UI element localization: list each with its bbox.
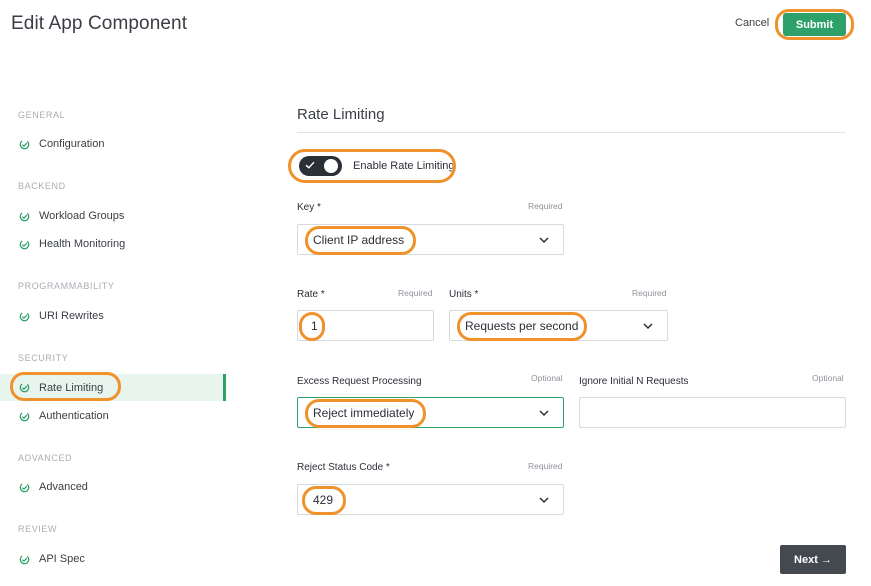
ignore-input[interactable] — [579, 397, 846, 428]
sidebar-item-authentication[interactable]: Authentication — [0, 404, 226, 428]
key-required: Required — [528, 201, 563, 211]
check-circle-icon — [19, 411, 30, 422]
check-circle-icon — [19, 482, 30, 493]
sidebar-item-label: API Spec — [39, 553, 85, 565]
sidebar-item-label: Configuration — [39, 138, 105, 150]
check-circle-icon — [19, 554, 30, 565]
sidebar-item-uri-rewrites[interactable]: URI Rewrites — [0, 304, 226, 328]
sidebar-section-advanced: ADVANCED — [18, 453, 73, 463]
key-select[interactable]: Client IP address — [297, 224, 564, 255]
enable-rate-limiting-toggle[interactable] — [299, 156, 342, 176]
check-circle-icon — [19, 239, 30, 250]
key-value: Client IP address — [313, 232, 405, 247]
status-required: Required — [528, 461, 563, 471]
sidebar-item-label: Workload Groups — [39, 210, 125, 222]
toggle-knob — [324, 159, 338, 173]
ignore-label: Ignore Initial N Requests — [579, 376, 689, 387]
sidebar-item-label: Rate Limiting — [39, 381, 104, 394]
sidebar-item-label: Advanced — [39, 481, 88, 493]
sidebar-section-review: REVIEW — [18, 524, 58, 534]
sidebar-section-general: GENERAL — [18, 110, 66, 120]
cancel-button[interactable]: Cancel — [735, 17, 769, 29]
rate-value: 1 — [311, 318, 318, 333]
check-icon — [305, 161, 315, 169]
units-value: Requests per second — [465, 318, 579, 333]
check-circle-icon — [19, 311, 30, 322]
section-divider — [297, 132, 846, 133]
sidebar-item-health-monitoring[interactable]: Health Monitoring — [0, 232, 226, 256]
units-select[interactable]: Requests per second — [449, 310, 668, 341]
ignore-optional: Optional — [812, 373, 844, 383]
sidebar-item-label: Authentication — [39, 410, 109, 422]
chevron-down-icon — [539, 497, 549, 504]
sidebar-section-backend: BACKEND — [18, 181, 66, 191]
rate-label: Rate * — [297, 289, 325, 300]
rate-input[interactable]: 1 — [297, 310, 434, 341]
rate-required: Required — [398, 288, 433, 298]
section-title: Rate Limiting — [297, 106, 385, 123]
excess-value: Reject immediately — [313, 405, 415, 420]
units-label: Units * — [449, 289, 479, 300]
chevron-down-icon — [643, 323, 653, 330]
status-select[interactable]: 429 — [297, 484, 564, 515]
sidebar-section-security: SECURITY — [18, 353, 69, 363]
excess-label: Excess Request Processing — [297, 376, 422, 387]
check-circle-icon — [19, 139, 30, 150]
sidebar-item-rate-limiting[interactable]: Rate Limiting — [0, 374, 226, 401]
sidebar-item-api-spec[interactable]: API Spec — [0, 547, 226, 571]
check-circle-icon — [19, 211, 30, 222]
toggle-label: Enable Rate Limiting — [353, 160, 455, 172]
page-title: Edit App Component — [11, 13, 188, 34]
sidebar-section-programmability: PROGRAMMABILITY — [18, 281, 115, 291]
chevron-down-icon — [539, 237, 549, 244]
status-value: 429 — [313, 492, 334, 507]
sidebar-item-label: Health Monitoring — [39, 238, 126, 250]
next-button[interactable]: Next → — [780, 545, 846, 574]
submit-button[interactable]: Submit — [783, 13, 846, 36]
excess-select[interactable]: Reject immediately — [297, 397, 564, 428]
sidebar-item-workload-groups[interactable]: Workload Groups — [0, 204, 226, 228]
sidebar-item-label: URI Rewrites — [39, 310, 104, 322]
excess-optional: Optional — [531, 373, 563, 383]
sidebar-item-configuration[interactable]: Configuration — [0, 132, 226, 156]
chevron-down-icon — [539, 410, 549, 417]
sidebar-item-advanced[interactable]: Advanced — [0, 475, 226, 499]
units-required: Required — [632, 288, 667, 298]
key-label: Key * — [297, 202, 321, 213]
status-label: Reject Status Code * — [297, 462, 390, 473]
check-circle-icon — [19, 382, 30, 393]
